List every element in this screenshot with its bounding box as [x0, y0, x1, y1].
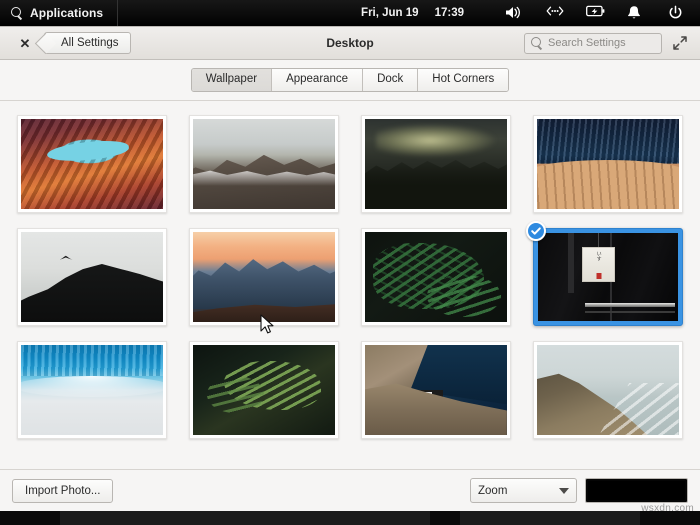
wallpaper-thumbnail[interactable] [361, 115, 511, 213]
volume-icon[interactable] [504, 5, 522, 21]
applications-menu-label: Applications [30, 6, 103, 20]
watermark: wsxdn.com [641, 503, 694, 514]
wallpaper-preview-wooden-dock [537, 119, 679, 209]
wallpaper-preview-dark-ferns [365, 232, 507, 322]
search-icon [11, 7, 23, 19]
chevron-down-icon [559, 488, 569, 494]
checkmark-icon [526, 221, 546, 241]
battery-icon[interactable] [586, 5, 604, 21]
bird-icon [58, 255, 75, 262]
wallpaper-preview-moody-clouds [365, 119, 507, 209]
panel-time: 17:39 [435, 7, 464, 19]
tab-hot-corners[interactable]: Hot Corners [418, 69, 508, 91]
top-panel: Applications Fri, Jun 19 17:39 [0, 0, 700, 26]
network-icon[interactable] [545, 5, 563, 21]
tab-appearance[interactable]: Appearance [272, 69, 363, 91]
wallpaper-thumbnail[interactable] [533, 341, 683, 439]
tab-wallpaper[interactable]: Wallpaper [192, 69, 272, 91]
wallpaper-thumbnail[interactable] [189, 341, 339, 439]
background-color-swatch[interactable] [585, 478, 688, 503]
power-icon[interactable] [668, 5, 686, 21]
wallpaper-thumbnail[interactable] [17, 228, 167, 326]
mouse-cursor [260, 314, 276, 336]
system-settings-window: ✕ All Settings Desktop Search Settings W… [0, 26, 700, 511]
wallpaper-preview-sunset-peaks [193, 232, 335, 322]
window-footer: Import Photo... Zoom [0, 469, 700, 511]
wallpaper-thumbnail[interactable] [17, 341, 167, 439]
tab-dock[interactable]: Dock [363, 69, 418, 91]
headerbar-right-group: Search Settings [524, 33, 692, 54]
panel-tray [464, 5, 700, 21]
panel-clock[interactable]: Fri, Jun 19 17:39 [361, 7, 464, 19]
wallpaper-thumbnail[interactable] [361, 341, 511, 439]
notifications-icon[interactable] [627, 5, 645, 21]
window-headerbar: ✕ All Settings Desktop Search Settings [0, 27, 700, 60]
wallpaper-preview-slot-canyon [21, 119, 163, 209]
wallpaper-thumbnail[interactable] [361, 228, 511, 326]
search-icon [531, 37, 543, 49]
all-settings-back-button[interactable]: All Settings [44, 32, 131, 54]
wallpaper-thumbnail[interactable] [17, 115, 167, 213]
wallpaper-thumbnail[interactable] [533, 115, 683, 213]
wallpaper-grid-scroll: いす [0, 101, 700, 469]
all-settings-back-label: All Settings [61, 37, 119, 49]
wallpaper-preview-aerial-beach [21, 345, 163, 435]
wallpaper-preview-cliff-aerial [365, 345, 507, 435]
desktop-dock-strip [0, 511, 700, 525]
applications-menu[interactable]: Applications [0, 0, 118, 26]
wallpaper-preview-snowy-mountains [193, 119, 335, 209]
zoom-select-value: Zoom [478, 485, 507, 497]
wallpaper-thumbnail-selected[interactable]: いす [533, 228, 683, 326]
footer-right-group: Zoom [470, 478, 688, 503]
expand-arrows-icon[interactable] [672, 35, 688, 51]
screen: Applications Fri, Jun 19 17:39 [0, 0, 700, 525]
zoom-select[interactable]: Zoom [470, 478, 577, 503]
wallpaper-preview-coastal-cliff [537, 345, 679, 435]
tab-group: Wallpaper Appearance Dock Hot Corners [191, 68, 510, 92]
wallpaper-preview-conifer-branch [193, 345, 335, 435]
wallpaper-grid: いす [10, 115, 690, 441]
wallpaper-preview-bird-silhouette [21, 232, 163, 322]
wallpaper-preview-japanese-lantern: いす [538, 233, 678, 321]
import-photo-button[interactable]: Import Photo... [12, 479, 113, 503]
panel-date: Fri, Jun 19 [361, 7, 419, 19]
desktop-tab-strip: Wallpaper Appearance Dock Hot Corners [0, 60, 700, 101]
search-settings-input[interactable]: Search Settings [524, 33, 662, 54]
wallpaper-thumbnail[interactable] [189, 228, 339, 326]
close-button[interactable]: ✕ [14, 32, 36, 54]
search-settings-placeholder: Search Settings [548, 37, 626, 49]
wallpaper-thumbnail[interactable] [189, 115, 339, 213]
